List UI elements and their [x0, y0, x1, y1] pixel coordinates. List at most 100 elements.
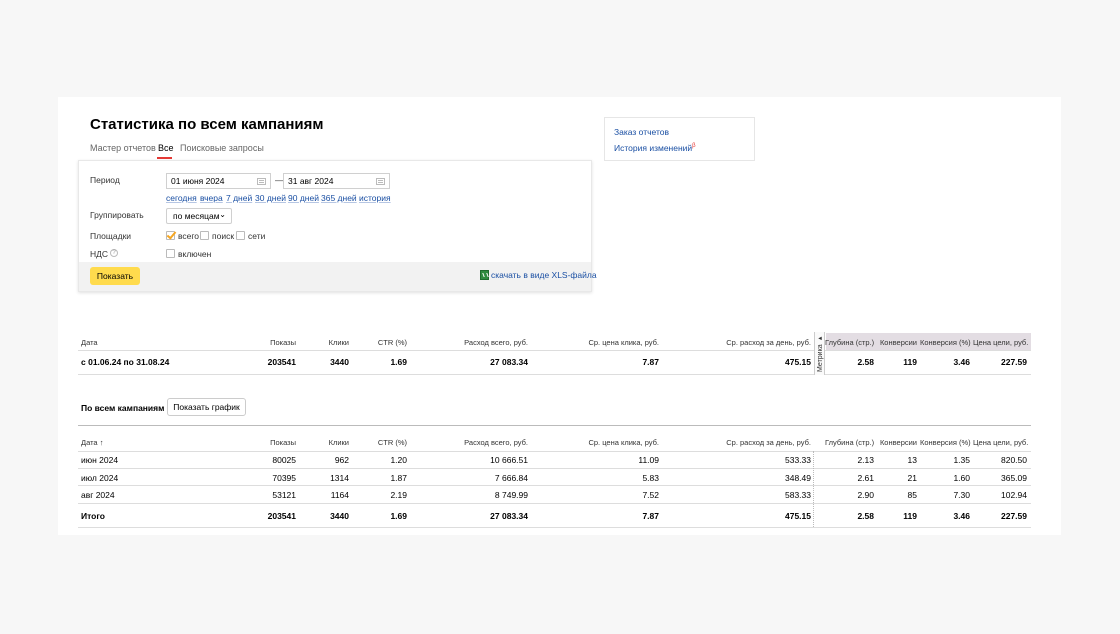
row-conversion-rate: 1.60: [953, 473, 970, 483]
row-depth: 2.61: [857, 473, 874, 483]
calendar-icon[interactable]: [376, 178, 385, 185]
row-month: авг 2024: [81, 490, 115, 500]
total-goal-cost: 227.59: [1001, 511, 1027, 521]
col-daily-spend-header[interactable]: Ср. расход за день, руб.: [711, 338, 811, 347]
metrika-arrow-icon: ▸: [817, 334, 824, 343]
col-impressions-header[interactable]: Показы: [246, 438, 296, 447]
summary-impressions: 203541: [267, 357, 296, 367]
total-conversion-rate: 3.46: [953, 511, 970, 521]
total-label: Итого: [81, 511, 105, 521]
col-goal-cost-header[interactable]: Цена цели, руб.: [973, 338, 1028, 347]
row-daily-spend: 533.33: [785, 455, 811, 465]
col-conversions-header[interactable]: Конверсии: [877, 338, 917, 347]
quick-yesterday[interactable]: вчера: [200, 193, 223, 203]
total-impressions: 203541: [267, 511, 296, 521]
col-clicks-header[interactable]: Клики: [300, 338, 349, 347]
campaigns-row-rule: [78, 503, 1031, 504]
quick-30-days[interactable]: 30 дней: [255, 193, 286, 203]
history-link[interactable]: История измененийβ: [614, 143, 696, 153]
total-ctr: 1.69: [390, 511, 407, 521]
side-links-panel: Заказ отчетов История измененийβ: [604, 117, 755, 161]
summary-header-rule: [78, 350, 1031, 351]
row-clicks: 1314: [330, 473, 349, 483]
tab-all[interactable]: Все: [158, 143, 174, 153]
col-depth-header[interactable]: Глубина (стр.): [825, 438, 874, 447]
download-xls-link[interactable]: скачать в виде XLS-файла: [491, 270, 597, 280]
summary-date: с 01.06.24 по 31.08.24: [81, 357, 170, 367]
summary-cpc: 7.87: [642, 357, 659, 367]
date-from-input[interactable]: 01 июня 2024: [166, 173, 271, 189]
row-goal-cost: 820.50: [1001, 455, 1027, 465]
vat-label: НДС: [90, 249, 109, 259]
row-cpc: 11.09: [638, 455, 659, 465]
row-clicks: 962: [334, 455, 349, 465]
row-goal-cost: 365.09: [1001, 473, 1027, 483]
row-conversions: 85: [907, 490, 917, 500]
row-impressions: 53121: [272, 490, 296, 500]
col-clicks-header[interactable]: Клики: [300, 438, 349, 447]
group-label: Группировать: [90, 210, 144, 220]
row-spend: 8 749.99: [494, 490, 528, 500]
campaigns-bottom-rule: [78, 527, 1031, 528]
col-daily-spend-header[interactable]: Ср. расход за день, руб.: [711, 438, 811, 447]
total-cpc: 7.87: [642, 511, 659, 521]
row-daily-spend: 348.49: [785, 473, 811, 483]
row-spend: 7 666.84: [494, 473, 528, 483]
row-daily-spend: 583.33: [785, 490, 811, 500]
platform-all-label: всего: [178, 231, 200, 241]
total-clicks: 3440: [330, 511, 349, 521]
col-conversion-rate-header[interactable]: Конверсия (%): [920, 438, 971, 447]
date-from-value: 01 июня 2024: [171, 176, 225, 186]
col-ctr-header[interactable]: CTR (%): [357, 338, 407, 347]
quick-today[interactable]: сегодня: [166, 193, 197, 203]
quick-90-days[interactable]: 90 дней: [288, 193, 319, 203]
col-cpc-header[interactable]: Ср. цена клика, руб.: [559, 338, 659, 347]
col-ctr-header[interactable]: CTR (%): [357, 438, 407, 447]
platform-networks-checkbox[interactable]: [236, 231, 245, 240]
section-label: По всем кампаниям: [81, 403, 165, 413]
platform-search-checkbox[interactable]: [200, 231, 209, 240]
quick-365-days[interactable]: 365 дней: [321, 193, 357, 203]
group-select[interactable]: по месяцам ⌄: [166, 208, 232, 224]
col-date-header[interactable]: Дата ↑: [81, 438, 103, 447]
vat-checkbox[interactable]: [166, 249, 175, 258]
col-conversion-rate-header[interactable]: Конверсия (%): [920, 338, 971, 347]
platform-networks-label: сети: [248, 231, 266, 241]
order-reports-link[interactable]: Заказ отчетов: [614, 127, 669, 137]
col-spend-header[interactable]: Расход всего, руб.: [428, 438, 528, 447]
summary-bottom-rule: [78, 374, 1031, 375]
row-month: июл 2024: [81, 473, 119, 483]
col-cpc-header[interactable]: Ср. цена клика, руб.: [559, 438, 659, 447]
tab-search-queries[interactable]: Поисковые запросы: [180, 143, 264, 153]
col-depth-header[interactable]: Глубина (стр.): [825, 338, 874, 347]
calendar-icon[interactable]: [257, 178, 266, 185]
metrika-label: Метрика: [817, 344, 824, 373]
excel-icon: [480, 270, 489, 280]
quick-7-days[interactable]: 7 дней: [226, 193, 252, 203]
help-icon[interactable]: ?: [110, 249, 118, 257]
chevron-down-icon: ⌄: [219, 210, 226, 219]
page-title: Статистика по всем кампаниям: [90, 116, 324, 133]
tab-report-master[interactable]: Мастер отчетов: [90, 143, 156, 153]
metrika-tag[interactable]: Метрика ▸: [814, 332, 825, 375]
metrika-column-divider: [813, 451, 814, 527]
total-conversions: 119: [903, 511, 917, 521]
col-conversions-header[interactable]: Конверсии: [877, 438, 917, 447]
col-goal-cost-header[interactable]: Цена цели, руб.: [973, 438, 1028, 447]
show-chart-button[interactable]: Показать график: [167, 398, 246, 416]
date-to-input[interactable]: 31 авг 2024: [283, 173, 390, 189]
quick-history[interactable]: история: [359, 193, 391, 203]
summary-goal-cost: 227.59: [1001, 357, 1027, 367]
show-button[interactable]: Показать: [90, 267, 140, 285]
date-to-value: 31 авг 2024: [288, 176, 334, 186]
beta-badge: β: [692, 143, 696, 150]
platforms-label: Площадки: [90, 231, 132, 241]
col-date-header[interactable]: Дата: [81, 338, 98, 347]
campaigns-row-rule: [78, 485, 1031, 486]
summary-depth: 2.58: [857, 357, 874, 367]
summary-conversion-rate: 3.46: [953, 357, 970, 367]
col-impressions-header[interactable]: Показы: [246, 338, 296, 347]
platform-all-checkbox[interactable]: [166, 231, 175, 240]
col-spend-header[interactable]: Расход всего, руб.: [428, 338, 528, 347]
summary-conversions: 119: [903, 357, 917, 367]
